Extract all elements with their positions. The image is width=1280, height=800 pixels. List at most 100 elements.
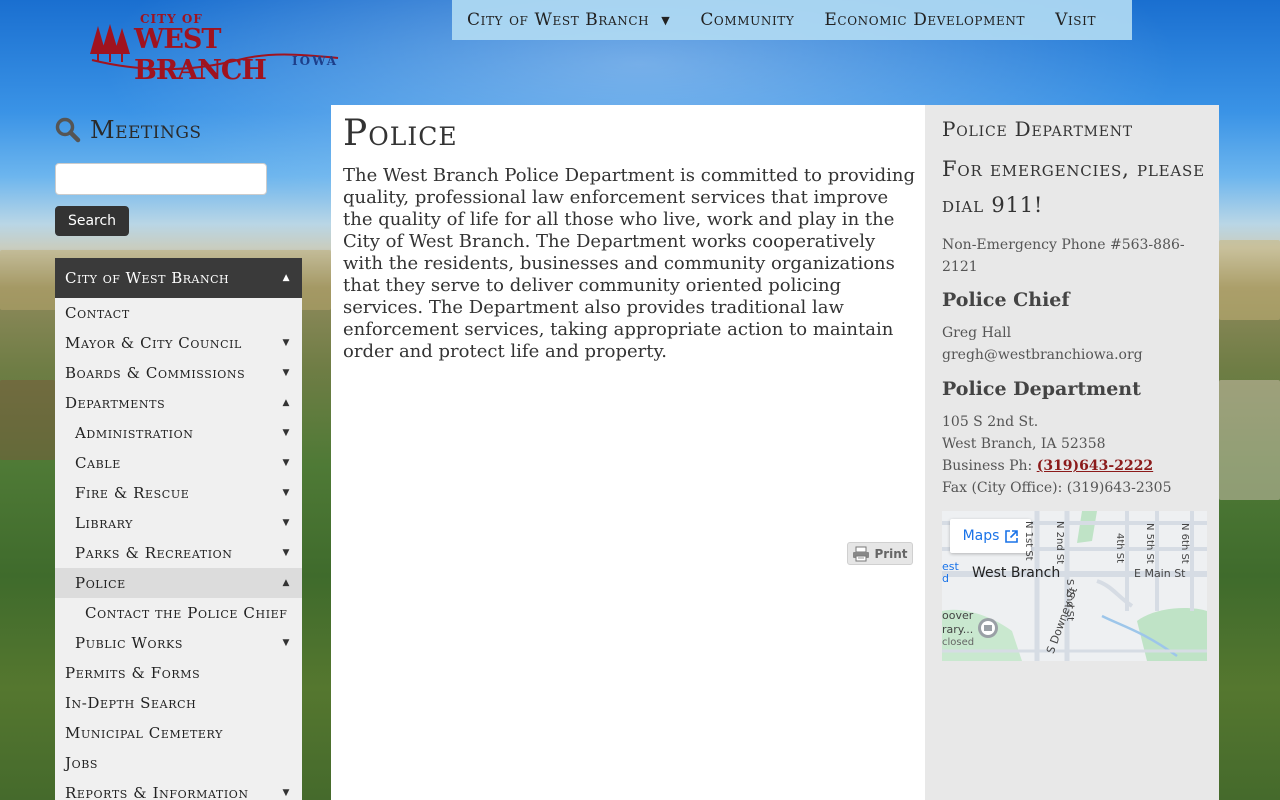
side-nav-label: Municipal Cemetery xyxy=(65,724,223,742)
map-label: E Main St xyxy=(1134,567,1186,580)
side-nav-item-police[interactable]: Police ▲ xyxy=(55,568,302,598)
printer-icon xyxy=(853,546,870,561)
address-line-2: West Branch, IA 52358 xyxy=(942,436,1106,452)
map-label: S 2nd St xyxy=(1064,579,1075,622)
chevron-down-icon[interactable]: ▼ xyxy=(282,458,290,468)
side-nav-item-municipal-cemetery[interactable]: Municipal Cemetery xyxy=(55,718,302,748)
side-nav-label: Parks & Recreation xyxy=(75,544,233,562)
side-nav-item-fire-rescue[interactable]: Fire & Rescue ▼ xyxy=(55,478,302,508)
sidebar-title: Police Department xyxy=(942,117,1133,141)
fax-line: Fax (City Office): (319)643-2305 xyxy=(942,480,1172,496)
chevron-up-icon[interactable]: ▲ xyxy=(282,578,290,588)
side-nav-item-cable[interactable]: Cable ▼ xyxy=(55,448,302,478)
side-nav-item-library[interactable]: Library ▼ xyxy=(55,508,302,538)
business-phone-label: Business Ph: xyxy=(942,458,1037,474)
side-nav-label: Library xyxy=(75,514,134,532)
chevron-down-icon[interactable]: ▼ xyxy=(282,368,290,378)
print-button[interactable]: Print xyxy=(847,542,913,565)
side-nav-label: Public Works xyxy=(75,634,183,652)
side-nav-item-in-depth-search[interactable]: In-Depth Search xyxy=(55,688,302,718)
non-emergency-phone: Non-Emergency Phone #563-886-2121 xyxy=(942,237,1185,275)
business-phone-link[interactable]: (319)643-2222 xyxy=(1037,458,1153,474)
side-nav-label: Permits & Forms xyxy=(65,664,201,682)
map-label: closed xyxy=(942,637,975,648)
side-nav-label: Jobs xyxy=(65,754,99,772)
chevron-down-icon[interactable]: ▼ xyxy=(282,338,290,348)
map-label-west-branch: West Branch xyxy=(972,565,1061,581)
open-in-maps-button[interactable]: Maps xyxy=(950,519,1031,553)
side-nav-label: Cable xyxy=(75,454,121,472)
side-nav-label: Departments xyxy=(65,394,166,412)
map-label: 4th St xyxy=(1114,533,1125,564)
address-line-1: 105 S 2nd St. xyxy=(942,414,1039,430)
side-nav-item-public-works[interactable]: Public Works ▼ xyxy=(55,628,302,658)
chief-name: Greg Hall xyxy=(942,325,1012,341)
side-nav-item-contact-police-chief[interactable]: Contact the Police Chief xyxy=(55,598,302,628)
side-nav-item-boards-commissions[interactable]: Boards & Commissions ▼ xyxy=(55,358,302,388)
top-nav-label: Economic Development xyxy=(824,10,1026,30)
map-label: d xyxy=(942,572,949,585)
top-nav-community[interactable]: Community xyxy=(685,0,809,40)
meetings-heading[interactable]: Meetings xyxy=(55,116,202,144)
page-title: Police xyxy=(343,113,458,154)
side-nav-label: Police xyxy=(75,574,126,592)
side-nav-label: Administration xyxy=(75,424,194,442)
search-icon xyxy=(55,117,81,143)
map-label: oover xyxy=(942,609,974,622)
map-label: N 1st St xyxy=(1023,521,1034,561)
top-nav-label: Community xyxy=(700,10,795,30)
chevron-down-icon[interactable]: ▼ xyxy=(282,488,290,498)
side-nav: City of West Branch ▲ Contact Mayor & Ci… xyxy=(55,258,302,800)
city-logo[interactable]: CITY OF WEST BRANCH IOWA xyxy=(88,12,348,86)
map-label: N 6th St xyxy=(1179,523,1190,564)
top-nav-economic-development[interactable]: Economic Development xyxy=(809,0,1040,40)
chief-email: gregh@westbranchiowa.org xyxy=(942,347,1143,363)
side-nav-item-administration[interactable]: Administration ▼ xyxy=(55,418,302,448)
side-nav-label: Mayor & City Council xyxy=(65,334,242,352)
logo-state: IOWA xyxy=(292,54,339,68)
chevron-down-icon[interactable]: ▼ xyxy=(282,428,290,438)
side-nav-item-mayor-city-council[interactable]: Mayor & City Council ▼ xyxy=(55,328,302,358)
top-nav-label: City of West Branch xyxy=(467,10,650,30)
side-nav-item-jobs[interactable]: Jobs xyxy=(55,748,302,778)
top-nav: City of West Branch ▼ Community Economic… xyxy=(452,0,1132,40)
meetings-title: Meetings xyxy=(90,116,202,144)
side-nav-label: Contact the Police Chief xyxy=(85,604,288,622)
chevron-down-icon[interactable]: ▼ xyxy=(282,518,290,528)
side-nav-item-permits-forms[interactable]: Permits & Forms xyxy=(55,658,302,688)
chevron-down-icon[interactable]: ▼ xyxy=(282,788,290,798)
external-link-icon xyxy=(1005,529,1019,543)
chevron-up-icon: ▲ xyxy=(282,273,290,283)
side-nav-item-contact[interactable]: Contact xyxy=(55,298,302,328)
chevron-down-icon[interactable]: ▼ xyxy=(282,548,290,558)
chevron-up-icon[interactable]: ▲ xyxy=(282,398,290,408)
side-nav-label: In-Depth Search xyxy=(65,694,197,712)
main-content: Police The West Branch Police Department… xyxy=(331,105,925,800)
page-body-text: The West Branch Police Department is com… xyxy=(343,165,916,362)
side-nav-item-reports-information[interactable]: Reports & Information ▼ xyxy=(55,778,302,800)
map-label: N 2nd St xyxy=(1054,521,1065,565)
side-nav-header[interactable]: City of West Branch ▲ xyxy=(55,258,302,298)
department-heading: Police Department xyxy=(942,378,1141,400)
search-button[interactable]: Search xyxy=(55,206,129,236)
side-nav-label: Fire & Rescue xyxy=(75,484,190,502)
right-sidebar: Police Department For emergencies, pleas… xyxy=(925,105,1219,800)
emergency-notice: For emergencies, please dial 911! xyxy=(942,157,1205,217)
chevron-down-icon[interactable]: ▼ xyxy=(282,638,290,648)
side-nav-label: Boards & Commissions xyxy=(65,364,246,382)
top-nav-city-of-west-branch[interactable]: City of West Branch ▼ xyxy=(452,0,685,40)
search-input[interactable] xyxy=(55,163,267,195)
side-nav-item-parks-recreation[interactable]: Parks & Recreation ▼ xyxy=(55,538,302,568)
side-nav-item-departments[interactable]: Departments ▲ xyxy=(55,388,302,418)
embedded-map[interactable]: Maps N 1st St N 2nd St 4th St N 5th St N… xyxy=(942,511,1207,661)
map-label: rary... xyxy=(942,623,974,636)
side-nav-label: Contact xyxy=(65,304,130,322)
top-nav-visit[interactable]: Visit xyxy=(1040,0,1111,40)
chief-heading: Police Chief xyxy=(942,289,1070,311)
map-label: N 5th St xyxy=(1144,523,1155,564)
caret-down-icon: ▼ xyxy=(661,13,671,27)
side-nav-header-label: City of West Branch xyxy=(65,269,230,287)
side-nav-label: Reports & Information xyxy=(65,784,249,800)
maps-button-label: Maps xyxy=(962,528,1000,544)
top-nav-label: Visit xyxy=(1055,10,1097,30)
